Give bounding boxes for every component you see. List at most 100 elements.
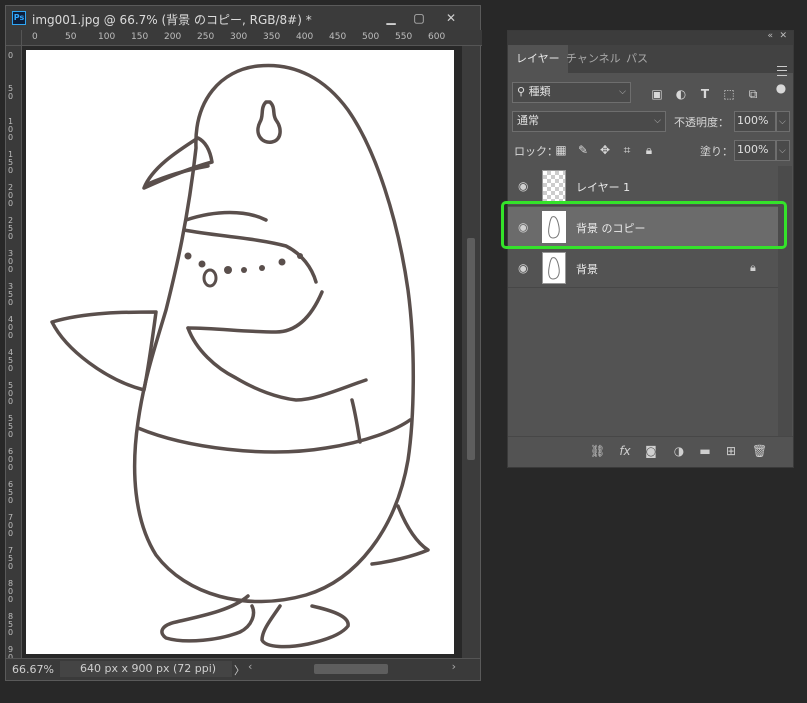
opacity-input[interactable]: 100% — [734, 111, 776, 132]
photoshop-icon: Ps — [12, 11, 26, 25]
new-group-folder-icon[interactable]: ▬ — [698, 444, 712, 458]
ruler-tick: 750 — [8, 546, 14, 571]
lock-label: ロック： — [514, 145, 558, 158]
lock-all-icon[interactable]: 🔒︎ — [642, 143, 656, 157]
ruler-tick: 0 — [8, 51, 14, 60]
zoom-level[interactable]: 66.67% — [12, 663, 54, 676]
blend-mode-value: 通常 — [517, 114, 539, 127]
vertical-scrollbar[interactable] — [462, 46, 480, 658]
ruler-tick: 400 — [8, 315, 14, 340]
horizontal-ruler[interactable]: 0 50 100 150 200 250 300 350 400 450 500… — [22, 30, 482, 46]
filter-shape-icon[interactable]: ⬚ — [722, 87, 736, 101]
layer-thumbnail — [542, 252, 566, 284]
ruler-tick: 400 — [296, 32, 314, 42]
document-info-text: 640 px x 900 px (72 ppi) — [80, 662, 217, 675]
blend-mode-select[interactable]: 通常 ⌵ — [512, 111, 666, 132]
layer-row-layer-1[interactable]: ◉ レイヤー 1 — [508, 166, 778, 206]
lock-transparent-icon[interactable]: ▦ — [554, 143, 568, 157]
panel-header-strip[interactable]: « ✕ — [508, 31, 793, 45]
ruler-tick: 850 — [8, 612, 14, 637]
visibility-eye-icon[interactable]: ◉ — [518, 180, 530, 192]
tab-paths[interactable]: パス — [618, 45, 656, 73]
lock-image-brush-icon[interactable]: ✎ — [576, 143, 590, 157]
selected-layer-highlight — [501, 201, 787, 249]
filter-toggle-icon[interactable]: ● — [774, 81, 788, 95]
ruler-tick: 450 — [329, 32, 347, 42]
close-button[interactable]: ✕ — [438, 8, 464, 28]
layer-name[interactable]: レイヤー 1 — [576, 179, 630, 195]
layer-thumbnail — [542, 170, 566, 202]
ruler-tick: 500 — [8, 381, 14, 406]
filter-smart-object-icon[interactable]: ⧉ — [746, 87, 760, 101]
fill-dropdown[interactable]: ⌵ — [776, 140, 790, 161]
ruler-origin[interactable] — [6, 30, 22, 46]
ruler-tick: 350 — [8, 282, 14, 307]
fill-value: 100% — [737, 143, 769, 156]
document-canvas[interactable] — [26, 50, 454, 654]
opacity-value: 100% — [737, 114, 769, 127]
maximize-button[interactable]: ▢ — [406, 8, 432, 28]
panel-close-icon[interactable]: ✕ — [779, 31, 787, 41]
status-menu-arrow-icon[interactable]: 〉 — [234, 662, 245, 678]
ruler-tick: 350 — [263, 32, 281, 42]
fill-input[interactable]: 100% — [734, 140, 776, 161]
delete-layer-trash-icon[interactable]: 🗑︎ — [752, 444, 767, 458]
scroll-right-icon[interactable]: › — [452, 660, 456, 673]
ruler-tick: 300 — [8, 249, 14, 274]
ruler-tick: 150 — [8, 150, 14, 175]
filter-pixel-icon[interactable]: ▣ — [650, 87, 664, 101]
new-layer-icon[interactable]: ⊞ — [724, 444, 738, 458]
layer-row-background[interactable]: ◉ 背景 🔒︎ — [508, 248, 778, 288]
ruler-tick: 500 — [362, 32, 380, 42]
penguin-line-art — [50, 63, 430, 649]
scroll-left-icon[interactable]: ‹ — [248, 660, 252, 673]
ruler-tick: 800 — [8, 579, 14, 604]
vertical-ruler[interactable]: 0 50 100 150 200 250 300 350 400 450 500… — [6, 46, 22, 658]
ruler-tick: 450 — [8, 348, 14, 373]
ruler-tick: 300 — [230, 32, 248, 42]
layer-filter-label: 種類 — [528, 85, 551, 98]
link-layers-icon[interactable]: ⛓ — [590, 444, 605, 458]
filter-adjustment-icon[interactable]: ◐ — [674, 87, 688, 101]
vertical-scroll-thumb[interactable] — [467, 238, 475, 460]
layers-panel: « ✕ レイヤー チャンネル パス ⚲ 種類 ⌵ ▣ ◐ T ⬚ ⧉ ● 通常 … — [507, 30, 794, 468]
chevron-down-icon: ⌵ — [654, 116, 661, 126]
document-title: img001.jpg @ 66.7% (背景 のコピー, RGB/8#) * — [32, 13, 312, 27]
layer-lock-icon: 🔒︎ — [750, 261, 756, 274]
ruler-tick: 100 — [98, 32, 116, 42]
ruler-tick: 100 — [8, 117, 14, 142]
layers-bottom-toolbar: ⛓ fx ◙ ◑ ▬ ⊞ 🗑︎ — [508, 436, 793, 465]
ruler-tick: 250 — [197, 32, 215, 42]
document-window: Ps img001.jpg @ 66.7% (背景 のコピー, RGB/8#) … — [5, 5, 482, 681]
fill-label: 塗り： — [700, 145, 733, 158]
opacity-label: 不透明度： — [674, 116, 729, 129]
search-icon: ⚲ — [517, 85, 529, 98]
chevron-down-icon: ⌵ — [619, 87, 626, 97]
document-info[interactable]: 640 px x 900 px (72 ppi) — [60, 661, 232, 677]
collapse-icon[interactable]: « — [767, 31, 773, 41]
opacity-dropdown[interactable]: ⌵ — [776, 111, 790, 132]
lock-artboard-icon[interactable]: ⌗ — [620, 143, 634, 157]
lock-position-move-icon[interactable]: ✥ — [598, 143, 612, 157]
panel-menu-icon[interactable] — [777, 66, 787, 76]
visibility-eye-icon[interactable]: ◉ — [518, 262, 530, 274]
layer-effects-fx-icon[interactable]: fx — [618, 444, 632, 458]
minimize-button[interactable]: ▁ — [378, 8, 404, 28]
add-mask-icon[interactable]: ◙ — [644, 444, 658, 458]
canvas-area[interactable] — [22, 46, 462, 658]
horizontal-scroll-thumb[interactable] — [314, 664, 388, 674]
horizontal-scrollbar[interactable]: ‹ › — [248, 660, 458, 675]
chevron-down-icon: ⌵ — [779, 146, 786, 156]
ruler-tick: 550 — [8, 414, 14, 439]
layer-filter-select[interactable]: ⚲ 種類 ⌵ — [512, 82, 631, 103]
ruler-tick: 50 — [8, 84, 14, 101]
new-adjustment-layer-icon[interactable]: ◑ — [672, 444, 686, 458]
filter-type-icon[interactable]: T — [698, 87, 712, 101]
ruler-tick: 600 — [8, 447, 14, 472]
ruler-tick: 250 — [8, 216, 14, 241]
panel-tabs: レイヤー チャンネル パス — [508, 45, 793, 76]
ruler-tick: 700 — [8, 513, 14, 538]
document-titlebar[interactable]: Ps img001.jpg @ 66.7% (背景 のコピー, RGB/8#) … — [6, 6, 480, 30]
layer-name[interactable]: 背景 — [576, 261, 598, 277]
ruler-tick: 50 — [65, 32, 77, 42]
